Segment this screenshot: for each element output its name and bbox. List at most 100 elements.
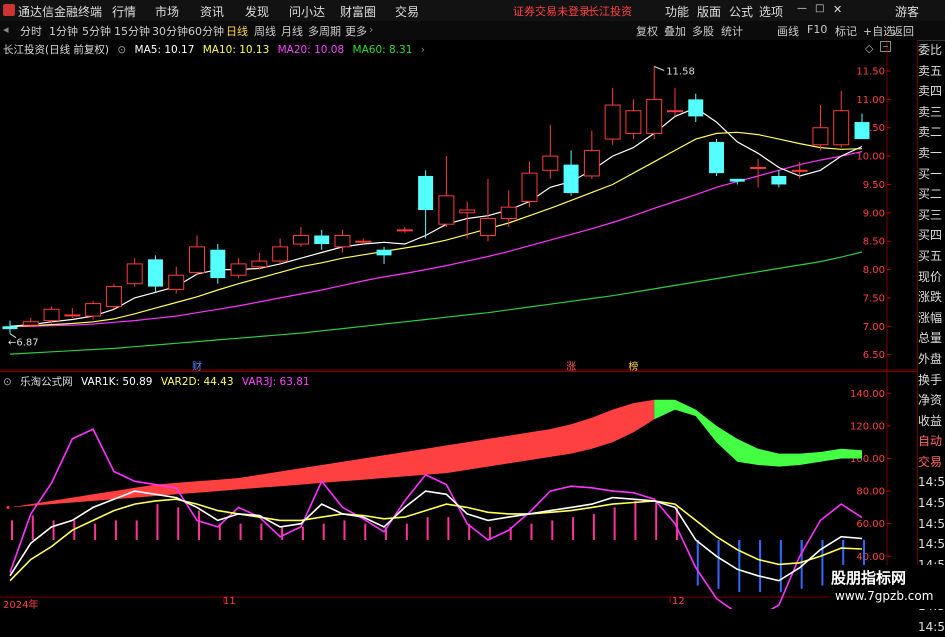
ma5-label: MA5: 10.17	[134, 44, 195, 56]
candle-body	[210, 249, 226, 279]
y-tick-label: 9.50	[863, 180, 885, 191]
add-watchlist-button[interactable]: +自选	[863, 23, 894, 39]
candle-body	[604, 104, 621, 140]
right-panel-item[interactable]: 换手	[918, 370, 945, 391]
candle-body	[355, 240, 372, 243]
var3j-label: VAR3J: 63.81	[241, 376, 310, 388]
event-mark: 榜	[628, 360, 638, 371]
settings-icon[interactable]: ⊙	[117, 44, 126, 56]
main-chart-legend: 长江投资(日线 前复权) ⊙ MA5: 10.17 MA10: 10.13 MA…	[3, 42, 430, 57]
tab-1min[interactable]: 1分钟	[49, 23, 78, 39]
app-logo-icon	[3, 4, 15, 16]
right-panel-item[interactable]: 14:56	[918, 472, 945, 493]
right-panel-item[interactable]: 净资	[918, 390, 945, 411]
right-panel-item[interactable]: 交易	[918, 452, 945, 473]
right-panel-item[interactable]: 总量	[918, 328, 945, 349]
multi-stock-button[interactable]: 多股	[692, 23, 714, 39]
right-panel-item[interactable]: 买四	[918, 225, 945, 246]
watermark-title: 股朋指标网	[831, 569, 907, 587]
right-panel-item[interactable]: 卖四	[918, 81, 945, 102]
right-panel-item[interactable]: 买五	[918, 246, 945, 267]
diamond-icon[interactable]: ◇	[865, 42, 873, 55]
tab-weekly[interactable]: 周线	[254, 23, 276, 39]
candle-body	[334, 235, 351, 248]
minimize-icon[interactable]: —	[797, 3, 807, 14]
right-panel-item[interactable]: 卖三	[918, 102, 945, 123]
indicator-legend: ⊙ 乐淘公式网 VAR1K: 50.89 VAR2D: 44.43 VAR3J:…	[3, 374, 315, 389]
right-panel-item[interactable]: 卖五	[918, 61, 945, 82]
back-button[interactable]: 返回	[892, 23, 914, 39]
menu-item-trade[interactable]: 交易	[395, 3, 419, 20]
candle-body	[791, 169, 808, 172]
draw-line-button[interactable]: 画线	[777, 23, 799, 39]
menu-item-wealth[interactable]: 财富圈	[340, 3, 376, 20]
menu-item-news[interactable]: 资讯	[200, 3, 224, 20]
menu-item-discover[interactable]: 发现	[245, 3, 269, 20]
right-panel-item[interactable]: 买三	[918, 205, 945, 226]
menu-item-formula[interactable]: 公式	[729, 3, 753, 20]
indicator-settings-icon[interactable]: ⊙	[3, 376, 12, 388]
right-panel-item[interactable]: 14:56	[918, 493, 945, 514]
right-panel-item[interactable]: 收益	[918, 411, 945, 432]
right-panel-item[interactable]: 现价	[918, 267, 945, 288]
menu-item-function[interactable]: 功能	[665, 3, 689, 20]
right-panel-item[interactable]: 卖二	[918, 122, 945, 143]
toolbar-pin-icon[interactable]: ◂	[3, 23, 9, 36]
candle-body	[418, 175, 434, 210]
y-tick-label: 10.00	[856, 152, 885, 163]
menu-item-ask[interactable]: 问小达	[289, 3, 325, 20]
tab-15min[interactable]: 15分钟	[114, 23, 150, 39]
tab-60min[interactable]: 60分钟	[188, 23, 224, 39]
candle-body	[396, 229, 413, 232]
candle-body	[438, 195, 455, 225]
expand-icon[interactable]: −	[880, 41, 891, 52]
tab-daily[interactable]: 日线	[226, 23, 248, 39]
event-mark: 涨	[566, 361, 576, 371]
candle-body	[251, 260, 268, 268]
login-notice[interactable]: 证券交易未登录	[513, 3, 590, 19]
guest-user[interactable]: 游客	[895, 3, 919, 20]
main-kline-chart[interactable]: 11.5011.0010.5010.009.509.008.508.007.50…	[0, 40, 917, 371]
menu-item-market-quotes[interactable]: 行情	[112, 3, 136, 20]
right-panel-item[interactable]: 卖一	[918, 143, 945, 164]
right-panel-item[interactable]: 涨幅	[918, 308, 945, 329]
tab-monthly[interactable]: 月线	[281, 23, 303, 39]
right-panel-item[interactable]: 14:56	[918, 534, 945, 555]
right-panel-item[interactable]: 买一	[918, 164, 945, 185]
overlay-button[interactable]: 叠加	[664, 23, 686, 39]
right-panel-item[interactable]: 委比	[918, 40, 945, 61]
menu-item-market[interactable]: 市场	[155, 3, 179, 20]
right-panel-item[interactable]: 涨跌	[918, 287, 945, 308]
menu-item-layout[interactable]: 版面	[697, 3, 721, 20]
candle-body	[272, 246, 289, 262]
y-tick-label: 8.00	[863, 265, 885, 276]
adjust-button[interactable]: 复权	[636, 23, 658, 39]
more-chevron-icon[interactable]: ›	[369, 23, 373, 36]
f10-button[interactable]: F10	[807, 23, 827, 36]
candle-body	[2, 326, 18, 330]
right-panel-item[interactable]: 买二	[918, 184, 945, 205]
candle-body	[168, 274, 185, 290]
indicator-chart[interactable]: 140.00120.00100.0080.0060.0040.0020.00	[0, 371, 917, 609]
right-panel-item[interactable]: 自动	[918, 431, 945, 452]
close-icon[interactable]: ✕	[833, 3, 842, 16]
tab-5min[interactable]: 5分钟	[82, 23, 111, 39]
candle-body	[854, 122, 870, 140]
tab-30min[interactable]: 30分钟	[152, 23, 188, 39]
tab-more[interactable]: 更多	[345, 23, 367, 39]
high-price-label: 11.58	[666, 66, 695, 77]
candle-body	[292, 235, 309, 245]
candle-body	[666, 110, 683, 113]
chevron-right-icon[interactable]: ›	[421, 44, 425, 56]
mark-button[interactable]: 标记	[835, 23, 857, 39]
right-panel-item[interactable]: 14:56	[918, 617, 945, 637]
right-panel-item[interactable]: 外盘	[918, 349, 945, 370]
maximize-icon[interactable]: □	[815, 3, 824, 14]
statistics-button[interactable]: 统计	[721, 23, 743, 39]
tab-multi-period[interactable]: 多周期	[308, 23, 341, 39]
menu-item-options[interactable]: 选项	[759, 3, 783, 20]
candle-body	[22, 321, 39, 326]
tab-intraday[interactable]: 分时	[20, 23, 42, 39]
y-tick-label: 8.50	[863, 237, 885, 248]
right-panel-item[interactable]: 14:56	[918, 514, 945, 535]
